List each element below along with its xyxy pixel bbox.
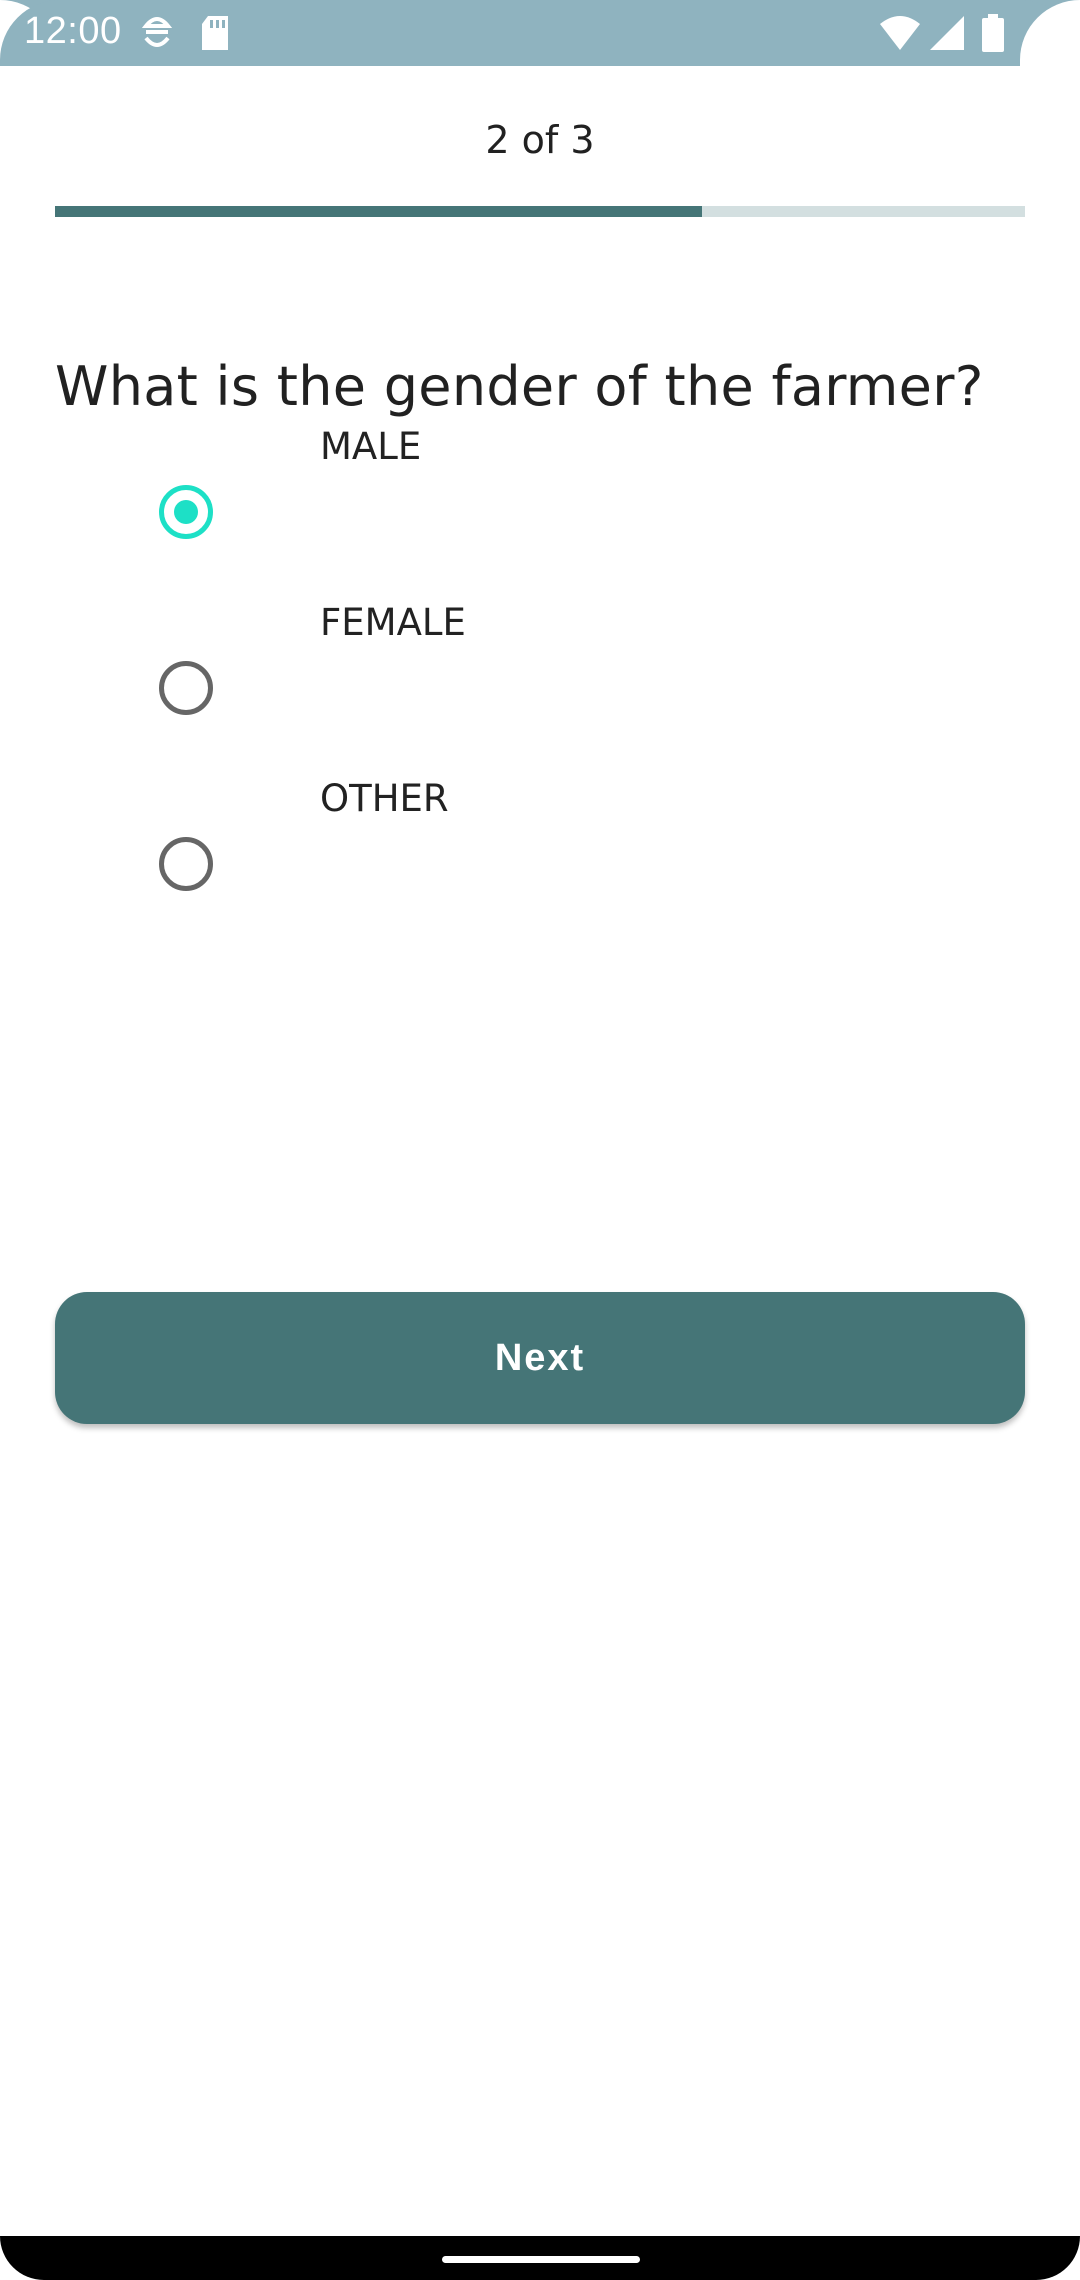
status-bar: 12:00 — [0, 0, 1080, 66]
radio-button[interactable] — [159, 837, 213, 891]
status-time: 12:00 — [24, 10, 122, 52]
progress-text: 2 of 3 — [485, 118, 595, 162]
option-other[interactable]: OTHER — [0, 777, 1080, 947]
home-handle[interactable] — [442, 2256, 640, 2263]
radio-button[interactable] — [159, 661, 213, 715]
battery-icon — [982, 14, 1004, 57]
option-male[interactable]: MALE — [0, 425, 1080, 595]
signal-icon — [928, 14, 966, 57]
option-female[interactable]: FEMALE — [0, 601, 1080, 771]
radio-button[interactable] — [159, 485, 213, 539]
progress-bar — [55, 206, 1025, 217]
next-button[interactable]: Next — [55, 1292, 1025, 1424]
progress-bar-fill — [55, 206, 702, 217]
debug-icon — [140, 14, 174, 57]
option-label: MALE — [320, 425, 422, 468]
navigation-bar — [0, 2236, 1080, 2280]
question-title: What is the gender of the farmer? — [55, 355, 984, 418]
option-label: OTHER — [320, 777, 449, 820]
sd-card-icon — [200, 14, 230, 57]
option-label: FEMALE — [320, 601, 466, 644]
wifi-icon — [878, 14, 922, 57]
